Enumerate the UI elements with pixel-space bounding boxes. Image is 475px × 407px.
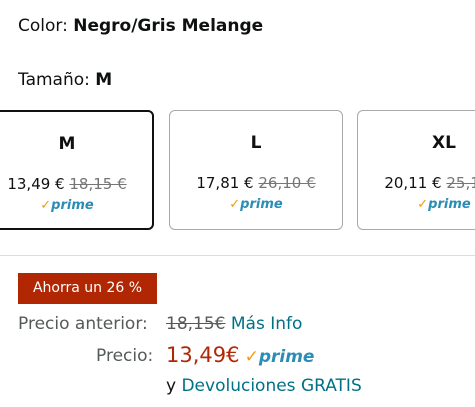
product-variation-panel: Color: Negro/Gris Melange Tamaño: M M 13…	[0, 0, 475, 407]
size-option-old-price: 26,10 €	[258, 174, 316, 192]
prime-label: prime	[51, 198, 94, 213]
size-option-name: XL	[432, 133, 456, 153]
size-option-m[interactable]: M 13,49 € 18,15 € ✓prime	[0, 110, 154, 230]
size-selection: Tamaño: M	[18, 70, 112, 90]
prime-check-icon: ✓	[417, 197, 429, 212]
size-option-name: L	[250, 133, 262, 153]
prime-check-icon: ✓	[229, 197, 241, 212]
size-option-price-row: 17,81 € 26,10 €	[170, 174, 342, 192]
size-option-price: 20,11 €	[384, 174, 442, 192]
prime-check-icon: ✓	[40, 198, 52, 213]
prime-label: prime	[258, 347, 315, 367]
prime-label: prime	[240, 197, 283, 212]
size-value: M	[95, 70, 113, 90]
color-selection: Color: Negro/Gris Melange	[18, 16, 263, 36]
color-label: Color:	[18, 16, 68, 36]
prime-badge: ✓prime	[0, 198, 152, 213]
prime-check-icon: ✓	[244, 347, 259, 367]
prime-label: prime	[428, 197, 471, 212]
prime-badge: ✓prime	[358, 197, 475, 212]
size-option-price-row: 20,11 € 25,12 €	[358, 174, 475, 192]
size-option-old-price: 18,15 €	[69, 175, 127, 193]
free-returns-row: y Devoluciones GRATIS	[166, 376, 362, 396]
size-option-name: M	[58, 134, 76, 154]
current-price: 13,49€	[166, 343, 240, 367]
price-row: 13,49€ ✓prime	[166, 343, 314, 367]
free-returns-link[interactable]: Devoluciones GRATIS	[181, 376, 361, 396]
previous-price-value: 18,15€	[166, 314, 226, 334]
returns-prefix: y	[166, 376, 177, 396]
price-label: Precio:	[96, 346, 154, 366]
prime-badge: ✓prime	[170, 197, 342, 212]
more-info-link[interactable]: Más Info	[231, 314, 303, 334]
size-option-l[interactable]: L 17,81 € 26,10 € ✓prime	[169, 110, 343, 230]
savings-badge: Ahorra un 26 %	[18, 273, 157, 304]
size-option-price: 13,49 €	[7, 175, 65, 193]
section-divider	[0, 255, 475, 256]
size-option-price: 17,81 €	[196, 174, 254, 192]
previous-price-label: Precio anterior:	[18, 314, 148, 334]
size-label: Tamaño:	[18, 70, 90, 90]
previous-price-row: 18,15€ Más Info	[166, 314, 302, 334]
size-option-old-price: 25,12 €	[446, 174, 475, 192]
size-option-xl[interactable]: XL 20,11 € 25,12 € ✓prime	[357, 110, 475, 230]
color-value: Negro/Gris Melange	[73, 16, 264, 36]
size-option-price-row: 13,49 € 18,15 €	[0, 175, 152, 193]
